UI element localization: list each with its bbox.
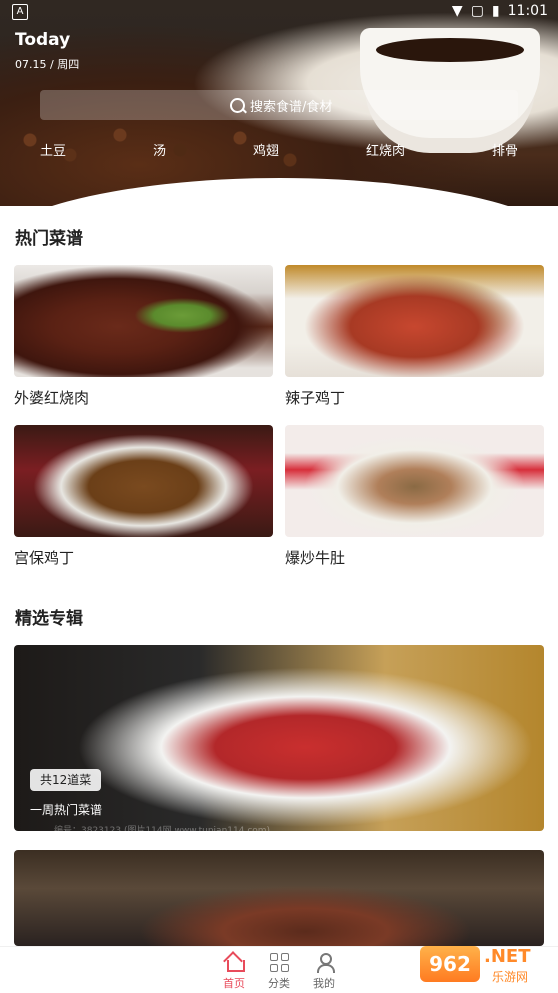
status-bar: A ▼ ▢ ▮ 11:01 bbox=[0, 0, 558, 24]
recipe-title: 爆炒牛肚 bbox=[285, 549, 346, 567]
user-icon bbox=[314, 953, 335, 973]
hero-wave-divider bbox=[0, 178, 558, 206]
recipe-image bbox=[14, 425, 273, 537]
status-icons: ▼ ▢ ▮ 11:01 bbox=[452, 3, 548, 19]
tag-soup[interactable]: 汤 bbox=[153, 140, 166, 159]
no-sim-icon: ▢ bbox=[470, 3, 484, 19]
grid-icon bbox=[269, 953, 289, 972]
featured-album-card[interactable] bbox=[14, 850, 544, 946]
album-title: 一周热门菜谱 bbox=[30, 803, 103, 817]
recipe-card[interactable]: 外婆红烧肉 bbox=[14, 265, 273, 408]
watermark-brand: 乐游网 bbox=[492, 970, 529, 984]
weekday: 周四 bbox=[57, 58, 80, 71]
recipe-image bbox=[14, 265, 273, 377]
watermark-badge: 962 bbox=[420, 946, 480, 982]
hero-date: 07.15 / 周四 bbox=[15, 56, 79, 72]
featured-album-card[interactable]: 共12道菜 一周热门菜谱 编号：3823123 (图片114网 www.tupi… bbox=[14, 645, 544, 831]
search-icon bbox=[230, 98, 245, 113]
hero-title: Today bbox=[15, 30, 71, 50]
notification-icon: A bbox=[12, 4, 28, 20]
recipe-image bbox=[285, 265, 544, 377]
status-time: 11:01 bbox=[507, 3, 548, 19]
coffee-cup-image bbox=[360, 28, 540, 138]
tag-braised-pork[interactable]: 红烧肉 bbox=[366, 140, 405, 159]
recipe-card[interactable]: 辣子鸡丁 bbox=[285, 265, 544, 408]
recipe-card[interactable]: 宫保鸡丁 bbox=[14, 425, 273, 568]
recipe-title: 外婆红烧肉 bbox=[14, 389, 90, 407]
search-input[interactable]: 搜索食谱/食材 bbox=[40, 90, 518, 120]
battery-icon: ▮ bbox=[491, 3, 500, 19]
tag-ribs[interactable]: 排骨 bbox=[492, 140, 518, 159]
dish-count-badge: 共12道菜 bbox=[30, 769, 102, 791]
recipe-title: 宫保鸡丁 bbox=[14, 549, 75, 567]
recipe-card[interactable]: 爆炒牛肚 bbox=[285, 425, 544, 568]
site-watermark-logo: 962 .NET 乐游网 bbox=[420, 946, 550, 986]
image-watermark: 编号：3823123 (图片114网 www.tupian114.com) bbox=[54, 826, 271, 831]
hot-recipes-title: 热门菜谱 bbox=[15, 229, 83, 249]
featured-title: 精选专辑 bbox=[15, 609, 83, 629]
recipe-image bbox=[285, 425, 544, 537]
nav-profile[interactable]: 我的 bbox=[304, 953, 344, 991]
nav-category-label: 分类 bbox=[268, 977, 290, 990]
wifi-icon: ▼ bbox=[451, 3, 463, 19]
quick-tags: 土豆 汤 鸡翅 红烧肉 排骨 bbox=[0, 140, 558, 159]
search-placeholder: 搜索食谱/食材 bbox=[250, 100, 333, 115]
tag-chicken-wings[interactable]: 鸡翅 bbox=[253, 140, 279, 159]
nav-category[interactable]: 分类 bbox=[259, 953, 299, 991]
home-icon bbox=[224, 953, 245, 972]
hero-banner: Today 07.15 / 周四 搜索食谱/食材 土豆 汤 鸡翅 红烧肉 排骨 bbox=[0, 0, 558, 206]
nav-home-label: 首页 bbox=[223, 977, 245, 990]
nav-home[interactable]: 首页 bbox=[214, 953, 254, 991]
watermark-domain: .NET bbox=[484, 946, 531, 967]
tag-potato[interactable]: 土豆 bbox=[40, 140, 66, 159]
nav-profile-label: 我的 bbox=[313, 977, 335, 990]
date: 07.15 bbox=[15, 58, 47, 71]
recipe-title: 辣子鸡丁 bbox=[285, 389, 346, 407]
